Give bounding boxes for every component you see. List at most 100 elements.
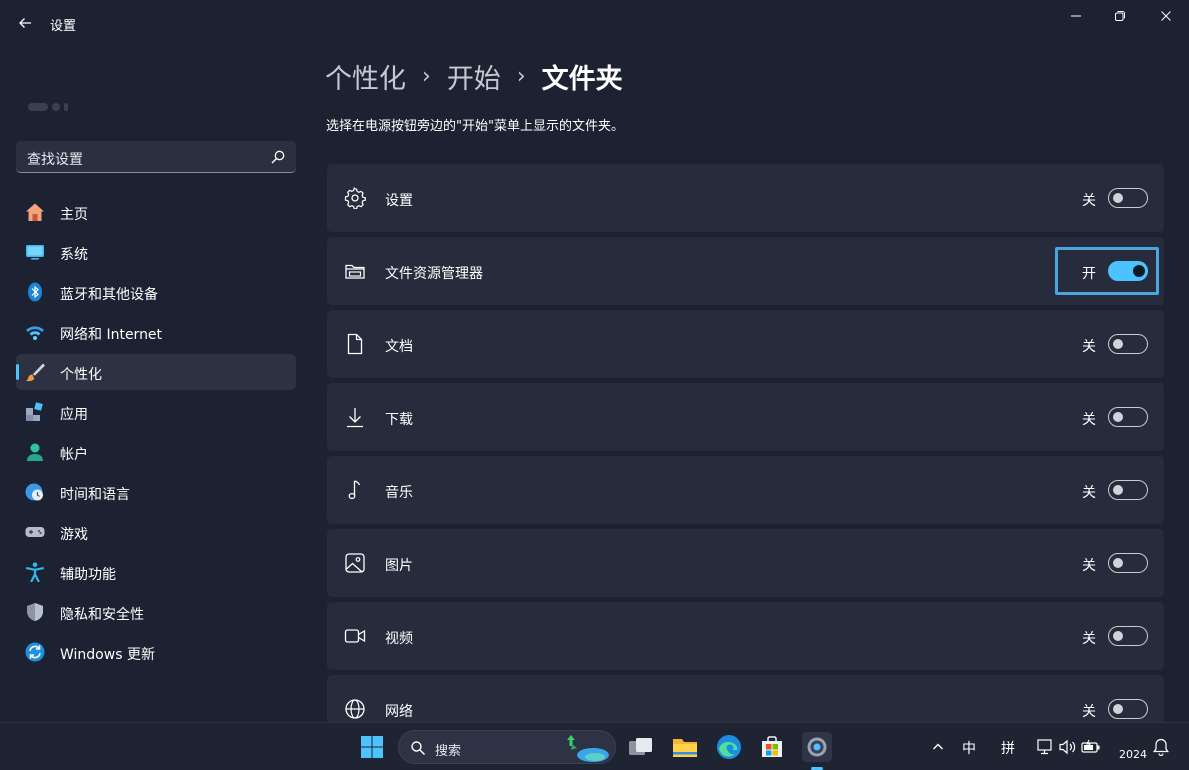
folder-row-music: 音乐 关 [327, 456, 1164, 524]
sidebar-item-windows-update[interactable]: Windows 更新 [16, 634, 296, 670]
sidebar-item-accessibility[interactable]: 辅助功能 [16, 554, 296, 590]
file-explorer-icon [345, 264, 365, 279]
bluetooth-icon [28, 282, 42, 302]
brush-icon [25, 363, 45, 382]
folder-row-downloads: 下载 关 [327, 383, 1164, 451]
downloads-toggle[interactable] [1108, 407, 1148, 427]
folder-icon [673, 739, 697, 757]
page-description: 选择在电源按钮旁边的"开始"菜单上显示的文件夹。 [326, 119, 624, 134]
restore-icon [1115, 11, 1125, 21]
sidebar-item-home[interactable]: 主页 [16, 194, 296, 230]
folder-label: 视频 [385, 631, 413, 647]
sidebar-item-label: 系统 [60, 247, 88, 263]
system-icon [26, 245, 44, 260]
breadcrumb-item-personalization[interactable]: 个性化 [325, 57, 406, 96]
update-icon [25, 642, 45, 662]
sidebar-item-gaming[interactable]: 游戏 [16, 514, 296, 550]
sidebar-nav: 主页 系统 蓝牙和其他设备 网络和 Internet 个性化 应用 帐户 时间和… [16, 194, 296, 674]
title-bar: 设置 [0, 0, 1189, 46]
sidebar-item-label: 蓝牙和其他设备 [60, 287, 158, 303]
sidebar-item-apps[interactable]: 应用 [16, 394, 296, 430]
avatar [28, 103, 48, 111]
breadcrumb-item-start[interactable]: 开始 [447, 57, 501, 96]
sidebar-item-time-language[interactable]: 时间和语言 [16, 474, 296, 510]
search-placeholder: 查找设置 [27, 152, 83, 168]
taskbar-search-label: 搜索 [435, 744, 462, 759]
breadcrumb: 个性化 › 开始 › 文件夹 [325, 56, 623, 96]
documents-toggle[interactable] [1108, 334, 1148, 354]
sidebar-item-label: 隐私和安全性 [60, 607, 144, 623]
sidebar-item-privacy[interactable]: 隐私和安全性 [16, 594, 296, 630]
network-toggle[interactable] [1108, 699, 1148, 719]
sidebar-item-bluetooth[interactable]: 蓝牙和其他设备 [16, 274, 296, 310]
sidebar-item-accounts[interactable]: 帐户 [16, 434, 296, 470]
pictures-toggle[interactable] [1108, 553, 1148, 573]
folder-label: 设置 [385, 193, 413, 209]
chevron-up-icon [933, 743, 943, 750]
toggle-knob [1113, 339, 1123, 349]
file-explorer-taskbar-button[interactable] [670, 732, 700, 762]
ime-mode-indicator[interactable]: 中 [962, 738, 976, 758]
user-profile[interactable] [28, 96, 88, 111]
taskbar-search-box[interactable]: 搜索 [398, 730, 616, 764]
chevron-right-icon: › [516, 63, 526, 89]
sidebar-item-network[interactable]: 网络和 Internet [16, 314, 296, 350]
folder-row-file-explorer: 文件资源管理器 开 [327, 237, 1164, 305]
app-title: 设置 [50, 19, 77, 34]
toggle-knob [1113, 631, 1123, 641]
sidebar-item-label: 应用 [60, 407, 88, 423]
edge-icon [717, 735, 741, 759]
show-hidden-icons-button[interactable] [924, 732, 952, 762]
quick-settings-button[interactable] [1034, 732, 1104, 762]
file-explorer-toggle[interactable] [1108, 261, 1148, 281]
task-view-icon [629, 738, 652, 755]
gear-icon [807, 737, 827, 757]
toggle-knob [1113, 558, 1123, 568]
minimize-icon [1071, 15, 1081, 17]
back-button[interactable] [12, 10, 38, 36]
minimize-button[interactable] [1053, 4, 1099, 28]
search-input[interactable]: 查找设置 [16, 141, 296, 173]
taskbar: 搜索 中 拼 2024 [0, 722, 1189, 770]
sidebar-item-label: 游戏 [60, 527, 88, 543]
arrow-left-icon [19, 18, 31, 28]
account-icon [27, 443, 43, 461]
settings-toggle[interactable] [1108, 188, 1148, 208]
toggle-knob [1113, 704, 1123, 714]
sidebar-item-personalization[interactable]: 个性化 [16, 354, 296, 390]
home-icon [26, 203, 44, 221]
search-icon [411, 741, 426, 756]
clock-date[interactable]: 2024 [1119, 748, 1147, 761]
toggle-state-text: 关 [1082, 704, 1096, 720]
close-button[interactable] [1143, 4, 1189, 28]
folder-label: 文件资源管理器 [385, 266, 483, 282]
start-button[interactable] [357, 732, 387, 762]
recycle-decoration-icon [567, 735, 609, 762]
folder-list: 设置 关 文件资源管理器 开 文档 关 下载 关 音乐 关 图片 关 视频 关 … [327, 164, 1164, 722]
toggle-state-text: 关 [1082, 558, 1096, 574]
close-icon [1161, 11, 1171, 21]
gamepad-icon [25, 527, 45, 537]
music-toggle[interactable] [1108, 480, 1148, 500]
video-icon [344, 629, 366, 643]
shield-icon [27, 603, 43, 621]
notifications-button[interactable] [1149, 732, 1173, 762]
restore-button[interactable] [1097, 4, 1143, 28]
toggle-state-text: 关 [1082, 631, 1096, 647]
folder-row-videos: 视频 关 [327, 602, 1164, 670]
folder-label: 音乐 [385, 485, 413, 501]
clock-globe-icon [25, 483, 43, 501]
ime-layout-indicator[interactable]: 拼 [1001, 738, 1015, 758]
task-view-button[interactable] [626, 732, 656, 762]
videos-toggle[interactable] [1108, 626, 1148, 646]
sidebar-item-system[interactable]: 系统 [16, 234, 296, 270]
music-icon [348, 480, 361, 500]
toggle-state-text: 关 [1082, 485, 1096, 501]
microsoft-store-button[interactable] [757, 732, 787, 762]
page-title: 文件夹 [541, 63, 623, 95]
sidebar-item-label: 个性化 [60, 367, 102, 383]
folder-row-documents: 文档 关 [327, 310, 1164, 378]
toggle-state-text: 开 [1082, 266, 1096, 282]
settings-taskbar-button[interactable] [802, 732, 832, 762]
edge-browser-button[interactable] [714, 732, 744, 762]
